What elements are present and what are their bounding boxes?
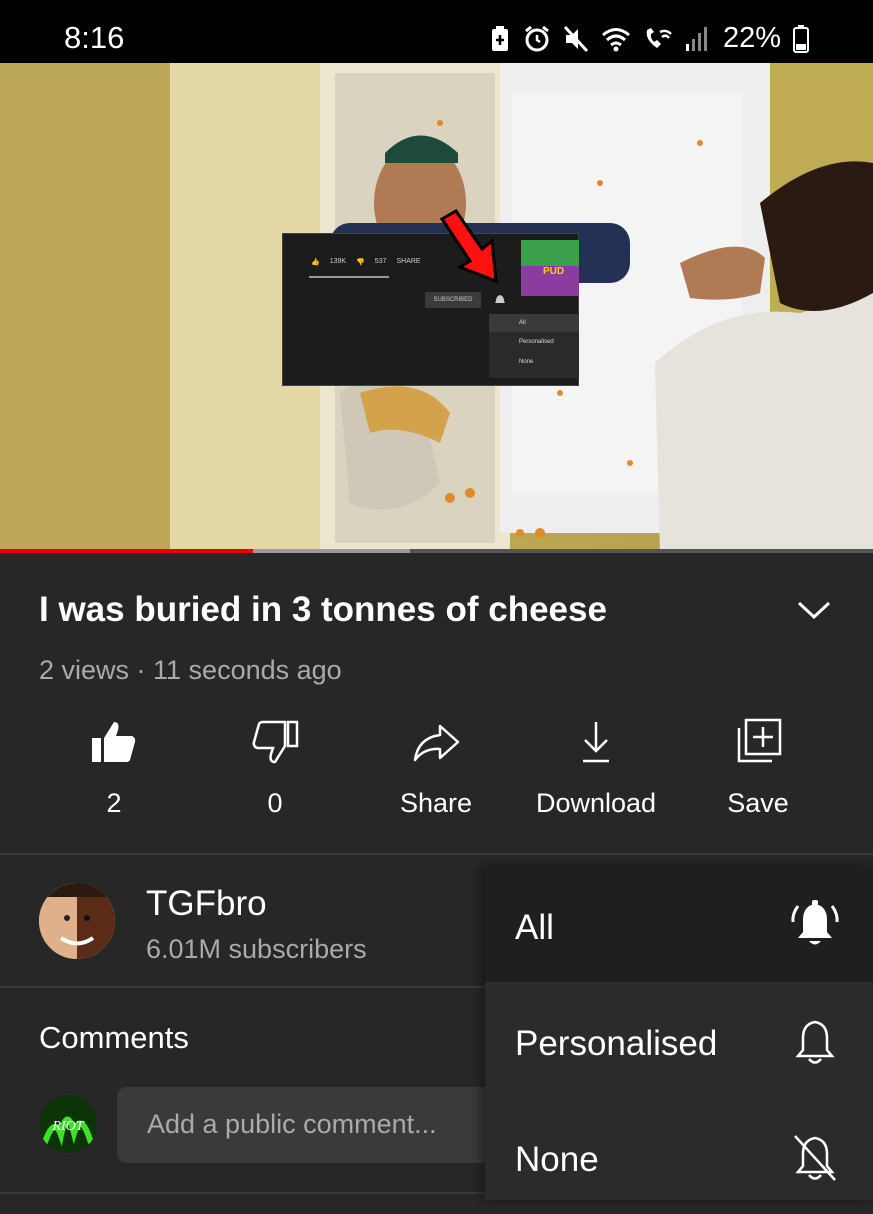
overlay-like-icon: 👍: [311, 259, 320, 266]
notif-option-personalised[interactable]: Personalised: [485, 982, 873, 1098]
signal-icon: [685, 26, 707, 51]
embedded-screenshot: 👍 139K 👎 537 SHARE SUBSCRIBED PUD All Pe…: [282, 233, 579, 386]
divider: [0, 986, 485, 988]
video-title: I was buried in 3 tonnes of cheese: [39, 590, 607, 629]
battery-icon: [793, 24, 809, 53]
save-label: Save: [727, 788, 789, 818]
overlay-option-none: None: [519, 359, 534, 365]
status-bar: 8:16 22%: [0, 0, 873, 63]
notif-option-label: Personalised: [515, 1024, 718, 1063]
mute-vibrate-icon: [563, 25, 589, 52]
video-player[interactable]: 👍 139K 👎 537 SHARE SUBSCRIBED PUD All Pe…: [0, 63, 873, 553]
like-count: 2: [106, 788, 122, 818]
download-icon: [583, 722, 609, 763]
channel-subscribers: 6.01M subscribers: [146, 934, 367, 964]
notif-option-all[interactable]: All: [485, 866, 873, 982]
progress-played: [0, 549, 254, 553]
share-icon: [413, 724, 460, 762]
dislike-count: 0: [267, 788, 283, 818]
notif-option-label: None: [515, 1140, 599, 1179]
battery-saver-icon: [491, 25, 508, 51]
comments-title[interactable]: Comments: [39, 1020, 189, 1056]
status-time: 8:16: [64, 20, 125, 55]
status-icons: 22%: [489, 22, 809, 55]
notif-option-label: All: [515, 908, 554, 947]
wifi-icon: [601, 27, 630, 51]
channel-name[interactable]: TGFbro: [146, 884, 267, 924]
overlay-dislikes: 537: [374, 258, 387, 265]
channel-avatar-image: [39, 883, 115, 959]
divider: [0, 853, 873, 855]
overlay-option-all: All: [489, 314, 579, 332]
overlay-dislike-icon: 👎: [356, 259, 365, 266]
bell-icon: [795, 1020, 835, 1064]
bell-ringing-icon: [791, 900, 839, 945]
dislike-button[interactable]: 0: [195, 718, 355, 819]
channel-avatar[interactable]: [39, 883, 115, 959]
thumbs-down-icon: [252, 720, 299, 764]
download-label: Download: [535, 788, 657, 818]
divider: [0, 1192, 485, 1194]
overlay-option-personalised: Personalised: [519, 339, 554, 345]
overlay-thumbnail: PUD: [521, 240, 579, 296]
overlay-likes: 139K: [329, 258, 347, 265]
wifi-calling-icon: [646, 27, 672, 48]
notif-option-none[interactable]: None: [485, 1098, 873, 1214]
add-to-playlist-icon: [737, 718, 782, 763]
comment-input[interactable]: Add a public comment...: [117, 1087, 537, 1163]
overlay-thumb-text: PUD: [543, 266, 565, 277]
alarm-icon: [525, 25, 549, 51]
overlay-menu: All Personalised None: [489, 314, 579, 378]
battery-percent: 22%: [722, 22, 781, 54]
user-avatar-text: RIOT: [51, 1119, 84, 1134]
chevron-down-icon[interactable]: [796, 598, 832, 622]
notification-menu: All Personalised None: [485, 866, 873, 1200]
action-row: 2 0 Share Download Save: [0, 718, 873, 830]
download-button[interactable]: Download: [516, 718, 676, 819]
user-avatar-image: RIOT: [39, 1095, 97, 1153]
user-avatar: RIOT: [39, 1095, 97, 1153]
overlay-share: SHARE: [396, 258, 421, 265]
bell-off-icon: [794, 1135, 836, 1181]
overlay-subscribed: SUBSCRIBED: [425, 292, 481, 308]
save-button[interactable]: Save: [678, 718, 838, 819]
thumbs-up-icon: [92, 722, 136, 762]
overlay-bell-icon: [495, 295, 505, 303]
share-button[interactable]: Share: [356, 718, 516, 819]
progress-bar[interactable]: [0, 549, 873, 553]
red-arrow-icon: [439, 209, 498, 284]
video-meta: 2 views · 11 seconds ago: [39, 655, 342, 685]
like-button[interactable]: 2: [34, 718, 194, 819]
share-label: Share: [399, 788, 473, 818]
